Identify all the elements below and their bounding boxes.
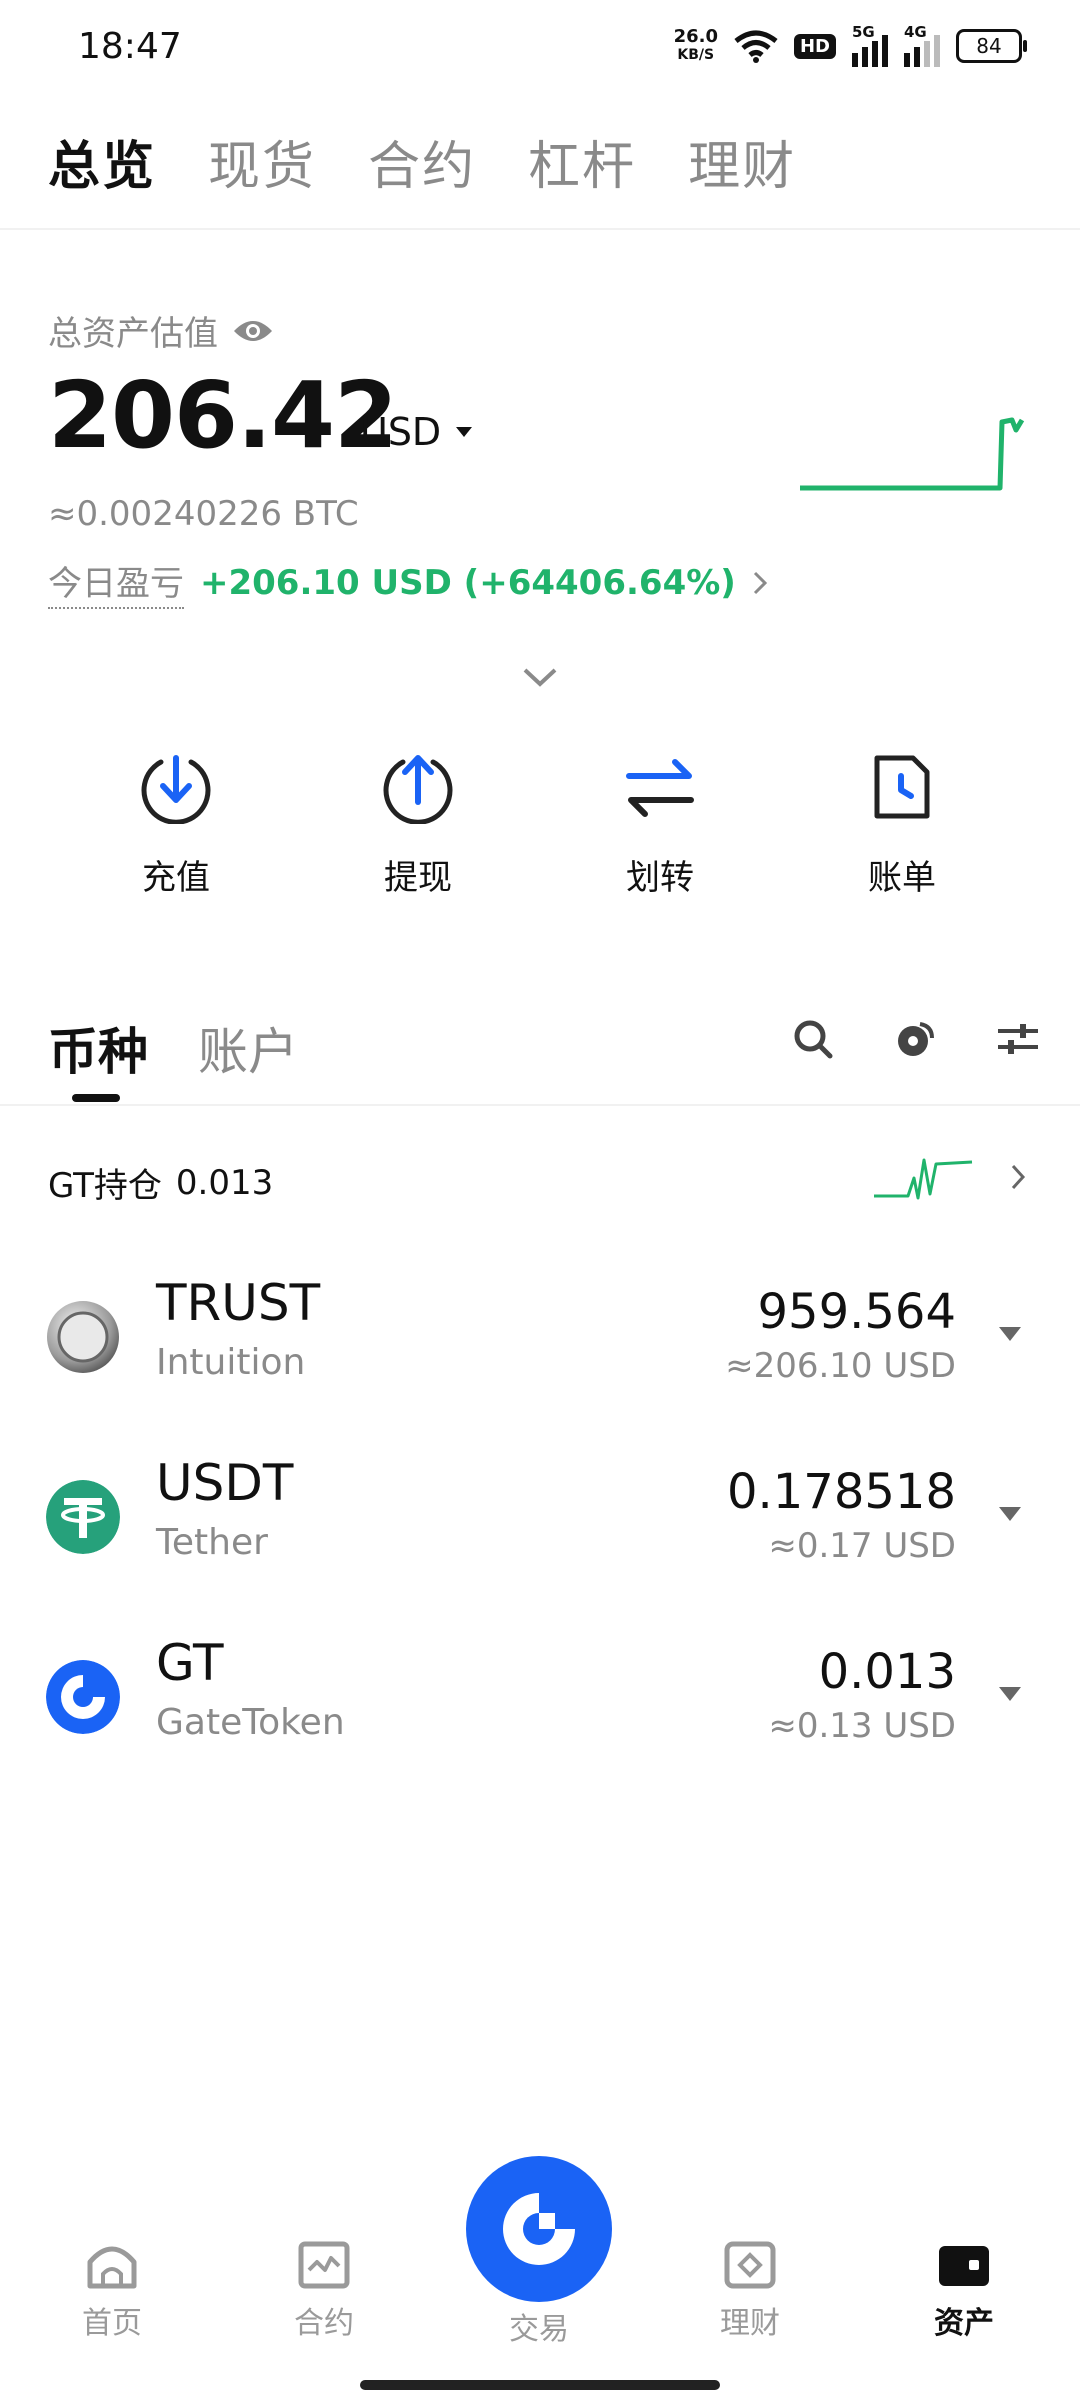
coin-usd-value: ≈0.17 USD — [768, 1526, 956, 1566]
bill-label: 账单 — [868, 858, 936, 898]
asset-trend-sparkline — [800, 417, 1025, 491]
futures-chart-icon — [298, 2241, 350, 2289]
coin-usd-value: ≈206.10 USD — [725, 1346, 956, 1386]
status-time: 18:47 — [78, 26, 182, 67]
tab-earn[interactable]: 理财 — [688, 124, 796, 199]
nav-assets[interactable]: 资产 — [894, 2240, 1034, 2342]
chevron-right-icon — [753, 571, 767, 594]
coin-row-usdt[interactable]: USDT Tether 0.178518 ≈0.17 USD — [0, 1446, 1080, 1596]
deposit-label: 充值 — [142, 858, 210, 898]
header-divider — [0, 228, 1080, 230]
usdt-logo-icon — [46, 1480, 120, 1554]
coin-row-trust[interactable]: TRUST Intuition 959.564 ≈206.10 USD — [0, 1266, 1080, 1416]
nav-futures[interactable]: 合约 — [254, 2240, 394, 2342]
home-icon — [87, 2246, 137, 2289]
tab-futures[interactable]: 合约 — [368, 124, 476, 199]
earn-icon — [724, 2241, 776, 2289]
coin-usd-value: ≈0.13 USD — [768, 1706, 956, 1746]
expand-chevron-icon[interactable] — [522, 666, 558, 688]
coin-amount: 0.178518 — [726, 1464, 956, 1520]
sig2-label: 4G — [904, 23, 927, 41]
nav-earn[interactable]: 理财 — [680, 2240, 820, 2342]
coin-row-gt[interactable]: GT GateToken 0.013 ≈0.13 USD — [0, 1626, 1080, 1776]
wallet-icon — [939, 2246, 989, 2286]
expand-caret-icon[interactable] — [998, 1326, 1022, 1342]
caret-down-icon — [456, 427, 473, 437]
wifi-icon — [734, 30, 778, 63]
total-asset-label-text: 总资产估值 — [48, 314, 218, 354]
tab-overview[interactable]: 总览 — [48, 124, 156, 199]
gesture-home-bar[interactable] — [360, 2380, 720, 2390]
gt-holding-label: GT持仓 — [48, 1166, 162, 1206]
top-tabs: 总览 现货 合约 杠杆 理财 — [48, 124, 796, 199]
btc-equivalent: ≈0.00240226 BTC — [48, 494, 359, 534]
coin-amount: 959.564 — [757, 1284, 957, 1340]
tab-accounts[interactable]: 账户 — [198, 1012, 298, 1084]
bill-button[interactable]: 账单 — [781, 750, 1023, 899]
expand-caret-icon[interactable] — [998, 1506, 1022, 1522]
deposit-button[interactable]: 充值 — [55, 750, 297, 899]
section-divider — [0, 1104, 1080, 1106]
status-icons: 26.0 KB/S HD 5G 4G 84 — [674, 23, 1027, 68]
net-speed-value: 26.0 — [673, 26, 718, 47]
expand-caret-icon[interactable] — [998, 1686, 1022, 1702]
coin-symbol: GT — [156, 1634, 224, 1692]
today-pnl-label: 今日盈亏 — [48, 556, 184, 609]
today-pnl-row[interactable]: 今日盈亏 +206.10 USD (+64406.64%) — [48, 556, 768, 609]
gt-sparkline — [874, 1158, 973, 1200]
total-asset-value: 206.42 — [48, 362, 398, 469]
nav-home[interactable]: 首页 — [42, 2240, 182, 2342]
tab-coins[interactable]: 币种 — [48, 1012, 148, 1084]
gt-holding-value: 0.013 — [175, 1162, 274, 1203]
coin-name: GateToken — [156, 1702, 345, 1743]
bill-icon — [874, 755, 930, 819]
signal-4g-icon: 4G — [904, 23, 940, 67]
currency-selector[interactable]: USD — [360, 410, 473, 454]
hd-badge: HD — [793, 33, 836, 59]
today-pnl-value: +206.10 USD (+64406.64%) — [200, 562, 736, 603]
coin-name: Tether — [156, 1522, 268, 1563]
currency-unit: USD — [360, 410, 442, 454]
nav-trade-label: 交易 — [509, 2312, 569, 2347]
network-speed: 26.0 KB/S — [674, 28, 718, 64]
trade-button[interactable] — [466, 2156, 612, 2302]
quick-actions: 充值 提现 划转 账单 — [0, 750, 1080, 899]
gt-holding-row[interactable]: GT持仓 0.013 — [48, 1158, 273, 1207]
gt-logo-icon — [46, 1660, 120, 1734]
nav-earn-label: 理财 — [720, 2306, 780, 2341]
filter-icon[interactable] — [996, 1020, 1040, 1058]
total-asset-label: 总资产估值 — [48, 306, 274, 355]
coin-amount: 0.013 — [818, 1644, 956, 1700]
net-speed-unit: KB/S — [677, 47, 715, 63]
signal-5g-icon: 5G — [852, 23, 888, 67]
coin-symbol: USDT — [156, 1454, 294, 1512]
nav-home-label: 首页 — [82, 2306, 142, 2341]
tab-spot[interactable]: 现货 — [208, 124, 316, 199]
battery-icon: 84 — [956, 29, 1027, 63]
section-tools — [792, 1018, 1040, 1060]
nav-futures-label: 合约 — [294, 2306, 354, 2341]
trust-logo-icon — [47, 1301, 119, 1373]
withdraw-icon — [383, 755, 453, 824]
eye-icon[interactable] — [232, 317, 274, 345]
gt-chevron-right-icon[interactable] — [1010, 1162, 1026, 1192]
transfer-button[interactable]: 划转 — [539, 750, 781, 899]
coin-symbol: TRUST — [156, 1274, 321, 1332]
gate-logo-icon — [503, 2193, 575, 2265]
tab-margin[interactable]: 杠杆 — [528, 124, 636, 199]
tab-indicator — [72, 1094, 120, 1102]
deposit-icon — [141, 755, 211, 824]
transfer-label: 划转 — [626, 858, 694, 898]
coin-name: Intuition — [156, 1342, 306, 1383]
transfer-icon — [626, 759, 694, 817]
asset-section-tabs: 币种 账户 — [48, 1012, 298, 1084]
hide-small-balance-icon[interactable] — [894, 1018, 936, 1060]
nav-assets-label: 资产 — [934, 2306, 994, 2341]
search-icon[interactable] — [792, 1018, 834, 1060]
withdraw-button[interactable]: 提现 — [297, 750, 539, 899]
sig1-label: 5G — [852, 23, 875, 41]
withdraw-label: 提现 — [384, 858, 452, 898]
